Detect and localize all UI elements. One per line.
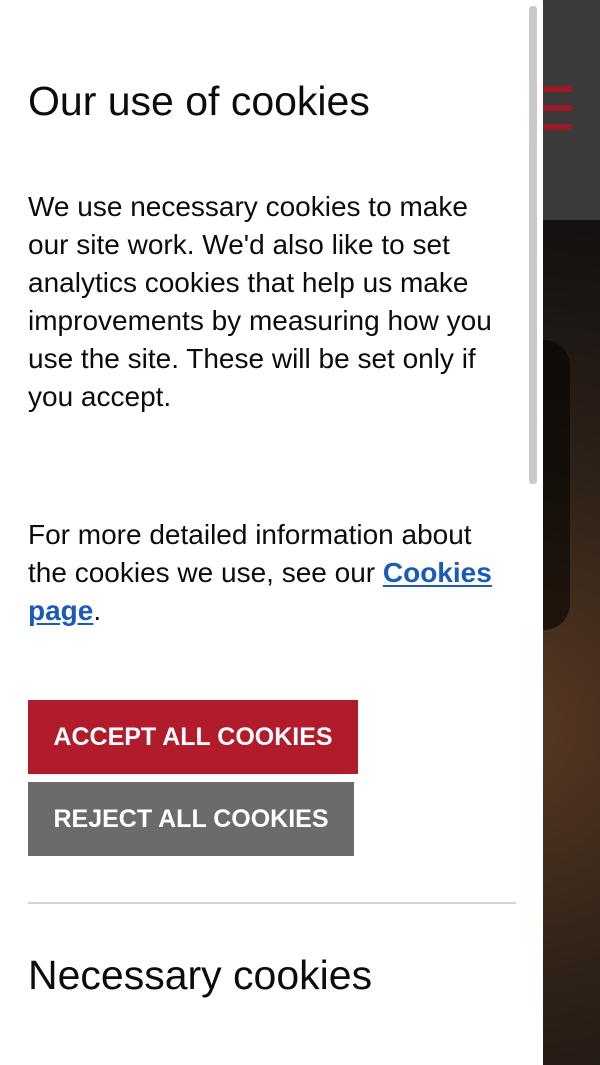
- cookie-intro-text: We use necessary cookies to make our sit…: [28, 191, 492, 412]
- section-divider: [28, 902, 516, 904]
- cookie-consent-panel: Our use of cookies We use necessary cook…: [0, 0, 543, 1065]
- necessary-cookies-heading: Necessary cookies: [28, 952, 373, 998]
- cookie-more-info-text: For more detailed information about the …: [28, 516, 516, 630]
- reject-all-cookies-button[interactable]: REJECT ALL COOKIES: [28, 782, 354, 856]
- more-info-suffix: .: [93, 595, 102, 626]
- cookie-panel-title: Our use of cookies: [28, 78, 370, 124]
- accept-all-cookies-button[interactable]: ACCEPT ALL COOKIES: [28, 700, 358, 774]
- panel-scrollbar[interactable]: [529, 6, 537, 484]
- hamburger-menu-icon[interactable]: [540, 86, 572, 134]
